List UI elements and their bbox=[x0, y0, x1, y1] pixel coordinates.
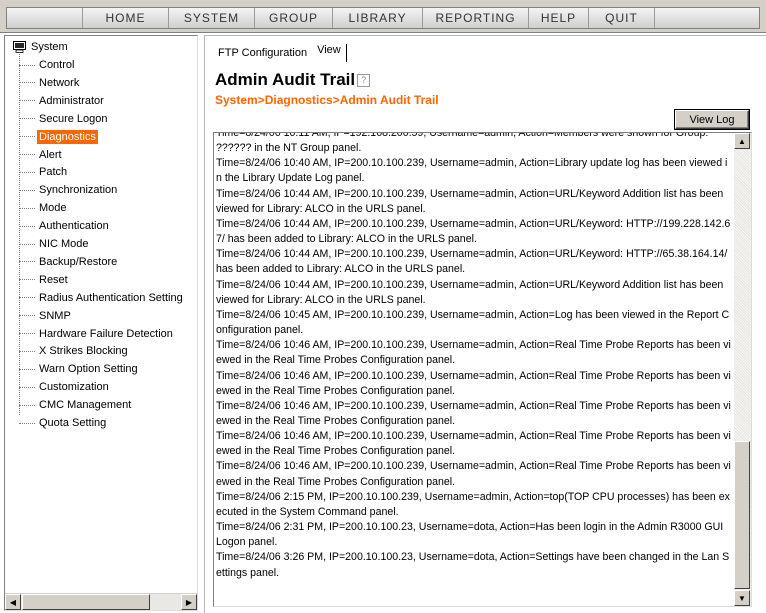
page-title-text: Admin Audit Trail bbox=[215, 70, 356, 89]
nav-group[interactable]: GROUP bbox=[255, 8, 333, 28]
tree-item-radius-authentication-setting[interactable]: Radius Authentication Setting bbox=[19, 290, 185, 306]
tree-item-label: Hardware Failure Detection bbox=[39, 327, 173, 340]
vertical-scrollbar[interactable]: ▲ ▼ bbox=[734, 133, 751, 606]
scroll-thumb[interactable] bbox=[22, 594, 150, 610]
scroll-down-arrow-icon[interactable]: ▼ bbox=[734, 590, 750, 606]
tree-item-mode[interactable]: Mode bbox=[19, 200, 69, 216]
tree-branch-line bbox=[19, 171, 35, 173]
tree-item-hardware-failure-detection[interactable]: Hardware Failure Detection bbox=[19, 326, 175, 342]
tree-branch-line bbox=[19, 315, 35, 317]
tree-item-label: Warn Option Setting bbox=[39, 363, 138, 376]
tree-item-backup-restore[interactable]: Backup/Restore bbox=[19, 254, 119, 270]
tree-item-label: Customization bbox=[39, 381, 109, 394]
log-content: Time=8/24/06 10:11 AM, IP=192.168.200.59… bbox=[216, 132, 731, 579]
tree-item-label: Secure Logon bbox=[39, 112, 108, 125]
nav-system[interactable]: SYSTEM bbox=[169, 8, 255, 28]
tree-item-customization[interactable]: Customization bbox=[19, 379, 111, 395]
tree-branch-line bbox=[19, 82, 35, 84]
tree-branch-line bbox=[19, 225, 35, 227]
tree-item-label: Patch bbox=[39, 166, 68, 179]
tree-item-label: NIC Mode bbox=[39, 238, 89, 250]
tree-item-label: Network bbox=[39, 76, 80, 89]
tree-branch-line bbox=[19, 243, 35, 245]
tree-branch-line bbox=[19, 350, 35, 352]
top-navigation-bar: HOME SYSTEM GROUP LIBRARY REPORTING HELP… bbox=[0, 0, 766, 33]
tree-branch-line bbox=[19, 261, 35, 263]
nav-library[interactable]: LIBRARY bbox=[333, 8, 423, 28]
tree-item-label: Radius Authentication Setting bbox=[39, 291, 183, 304]
tree-item-synchronization[interactable]: Synchronization bbox=[19, 182, 119, 198]
tree-item-label: Control bbox=[39, 59, 75, 71]
nav-menu: HOME SYSTEM GROUP LIBRARY REPORTING HELP… bbox=[6, 7, 760, 29]
log-textarea[interactable]: Time=8/24/06 10:11 AM, IP=192.168.200.59… bbox=[213, 132, 752, 607]
breadcrumb: System>Diagnostics>Admin Audit Trail bbox=[215, 93, 439, 107]
tree-item-authentication[interactable]: Authentication bbox=[19, 218, 111, 234]
nav-reporting[interactable]: REPORTING bbox=[423, 8, 529, 28]
tree-item-label: Synchronization bbox=[39, 184, 118, 197]
tree-item-label: Quota Setting bbox=[39, 417, 107, 429]
tree-branch-line bbox=[19, 404, 35, 406]
horizontal-scrollbar[interactable]: ◀ ▶ bbox=[5, 593, 197, 610]
view-log-button[interactable]: View Log bbox=[675, 110, 749, 129]
scroll-thumb[interactable] bbox=[734, 441, 750, 589]
tree-root[interactable]: System bbox=[13, 39, 68, 55]
help-icon[interactable]: ? bbox=[357, 73, 371, 87]
tree-item-warn-option-setting[interactable]: Warn Option Setting bbox=[19, 361, 140, 377]
tree-item-label: SNMP bbox=[39, 309, 71, 322]
tree-branch-line bbox=[19, 189, 35, 191]
tree-item-label: Administrator bbox=[39, 94, 104, 107]
tab-view[interactable]: View bbox=[312, 44, 347, 62]
tree-branch-line bbox=[19, 100, 35, 102]
scroll-right-arrow-icon[interactable]: ▶ bbox=[181, 594, 197, 610]
tree-branch-line bbox=[19, 207, 35, 209]
tree-branch-line bbox=[19, 422, 35, 424]
tree-item-label: Alert bbox=[39, 148, 62, 161]
nav-quit[interactable]: QUIT bbox=[589, 8, 655, 28]
tree-item-label: X Strikes Blocking bbox=[39, 345, 128, 358]
scroll-up-arrow-icon[interactable]: ▲ bbox=[734, 133, 750, 149]
tree-branch-line bbox=[19, 136, 35, 138]
tree-item-patch[interactable]: Patch bbox=[19, 164, 69, 180]
tree-branch-line bbox=[19, 333, 35, 334]
tree-branch-line bbox=[19, 297, 35, 299]
tree-item-label: Mode bbox=[39, 202, 67, 215]
tab-ftp-configuration[interactable]: FTP Configuration bbox=[213, 47, 312, 59]
page-title: Admin Audit Trail ? bbox=[215, 70, 371, 90]
tree-item-cmc-management[interactable]: CMC Management bbox=[19, 397, 133, 413]
nav-home[interactable]: HOME bbox=[83, 8, 169, 28]
tree-item-label: Diagnostics bbox=[37, 129, 98, 144]
tree-item-snmp[interactable]: SNMP bbox=[19, 308, 73, 324]
scroll-left-arrow-icon[interactable]: ◀ bbox=[5, 594, 21, 610]
nav-help[interactable]: HELP bbox=[529, 8, 589, 28]
nav-spacer-left bbox=[7, 8, 83, 28]
sub-tabs: FTP Configuration View bbox=[213, 44, 347, 62]
tree-item-control[interactable]: Control bbox=[19, 57, 76, 73]
tree-root-label: System bbox=[31, 41, 68, 53]
tree-item-label: Backup/Restore bbox=[39, 255, 118, 268]
tree-branch-line bbox=[19, 279, 35, 281]
app-window: HOME SYSTEM GROUP LIBRARY REPORTING HELP… bbox=[0, 0, 766, 613]
tree-item-diagnostics[interactable]: Diagnostics bbox=[19, 129, 98, 145]
tree-item-secure-logon[interactable]: Secure Logon bbox=[19, 111, 110, 127]
computer-icon bbox=[13, 41, 26, 53]
tree-branch-line bbox=[19, 64, 35, 66]
tree-item-x-strikes-blocking[interactable]: X Strikes Blocking bbox=[19, 343, 130, 359]
nav-spacer-right bbox=[655, 8, 759, 28]
tree-item-quota-setting[interactable]: Quota Setting bbox=[19, 415, 108, 431]
tree-item-alert[interactable]: Alert bbox=[19, 147, 64, 163]
tree-item-nic-mode[interactable]: NIC Mode bbox=[19, 236, 91, 252]
tree-item-label: CMC Management bbox=[39, 399, 132, 412]
tree-item-label: Reset bbox=[39, 273, 68, 286]
left-tree-panel: System Control Network Administrator Secure… bbox=[4, 35, 198, 611]
system-tree: System Control Network Administrator Secure… bbox=[5, 36, 197, 594]
tree-item-reset[interactable]: Reset bbox=[19, 272, 70, 288]
tree-branch-line bbox=[19, 368, 35, 370]
tree-branch-line bbox=[19, 154, 35, 155]
tree-item-network[interactable]: Network bbox=[19, 75, 81, 91]
main-content: FTP Configuration View Admin Audit Trail… bbox=[204, 35, 766, 613]
tree-branch-line bbox=[19, 386, 35, 388]
tree-item-label: Authentication bbox=[39, 220, 109, 233]
tree-branch-line bbox=[19, 118, 35, 120]
tree-item-administrator[interactable]: Administrator bbox=[19, 93, 106, 109]
